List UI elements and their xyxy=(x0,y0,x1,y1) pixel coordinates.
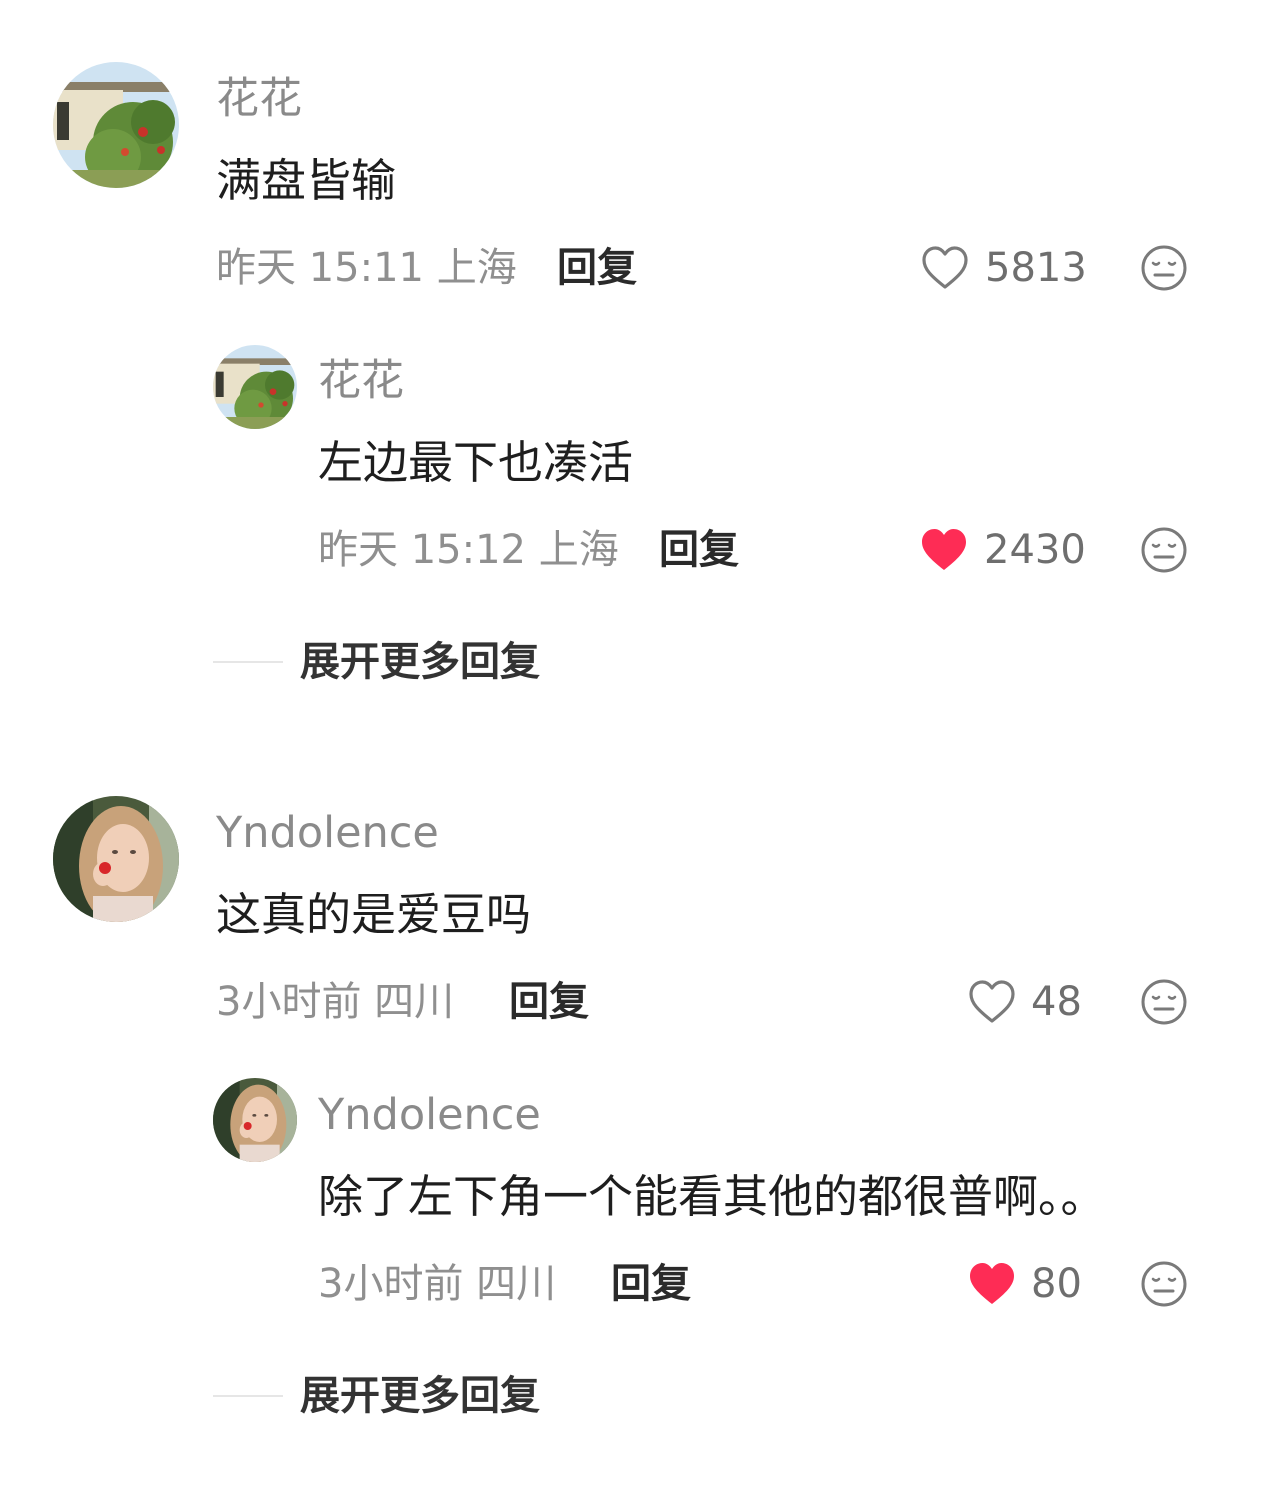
meh-face-icon[interactable] xyxy=(1140,526,1188,574)
comment-text: 这真的是爱豆吗 xyxy=(216,888,532,941)
reply-time: 昨天 15:12 上海 xyxy=(318,530,619,570)
like-count: 80 xyxy=(1031,1261,1082,1307)
expand-divider xyxy=(213,1395,283,1397)
expand-divider xyxy=(213,661,283,663)
meh-face-icon[interactable] xyxy=(1140,1260,1188,1308)
expand-more-replies[interactable]: 展开更多回复 xyxy=(300,1376,540,1416)
comment-time: 3小时前 四川 xyxy=(216,982,454,1022)
heart-icon[interactable] xyxy=(921,245,969,291)
reply-location: 上海 xyxy=(538,527,619,573)
comment-timestamp: 3小时前 xyxy=(216,979,362,1025)
reply-username[interactable]: Yndolence xyxy=(318,1094,541,1137)
meh-face-icon[interactable] xyxy=(1140,244,1188,292)
comment-username[interactable]: Yndolence xyxy=(216,812,439,855)
reply-time: 3小时前 四川 xyxy=(318,1264,556,1304)
comment-location: 四川 xyxy=(374,979,455,1025)
avatar[interactable] xyxy=(213,345,297,429)
expand-more-replies[interactable]: 展开更多回复 xyxy=(300,642,540,682)
reply-text: 除了左下角一个能看其他的都很普啊。。 xyxy=(318,1170,1106,1223)
like-count: 5813 xyxy=(985,245,1087,291)
reply-button[interactable]: 回复 xyxy=(509,982,589,1022)
reply-button[interactable]: 回复 xyxy=(611,1264,691,1304)
girl-portrait-image xyxy=(213,1078,297,1162)
like-count: 2430 xyxy=(984,527,1086,573)
avatar[interactable] xyxy=(53,796,179,922)
comment-location: 上海 xyxy=(436,245,517,291)
comment-username[interactable]: 花花 xyxy=(216,78,302,121)
reply-text: 左边最下也凑活 xyxy=(318,436,634,489)
avatar[interactable] xyxy=(53,62,179,188)
comment-time: 昨天 15:11 上海 xyxy=(216,248,517,288)
comment-text: 满盘皆输 xyxy=(216,154,397,207)
heart-icon[interactable] xyxy=(968,979,1016,1025)
meh-face-icon[interactable] xyxy=(1140,978,1188,1026)
reply-username[interactable]: 花花 xyxy=(318,360,404,403)
like-count: 48 xyxy=(1031,979,1082,1025)
heart-icon[interactable] xyxy=(968,1261,1016,1307)
reply-button[interactable]: 回复 xyxy=(659,530,739,570)
reply-timestamp: 昨天 15:12 xyxy=(318,527,526,573)
reply-location: 四川 xyxy=(476,1261,557,1307)
reply-button[interactable]: 回复 xyxy=(557,248,637,288)
girl-portrait-image xyxy=(53,796,179,922)
garden-photo-image xyxy=(53,62,179,188)
garden-photo-image xyxy=(213,345,297,429)
reply-timestamp: 3小时前 xyxy=(318,1261,464,1307)
comment-timestamp: 昨天 15:11 xyxy=(216,245,424,291)
avatar[interactable] xyxy=(213,1078,297,1162)
heart-icon[interactable] xyxy=(920,527,968,573)
